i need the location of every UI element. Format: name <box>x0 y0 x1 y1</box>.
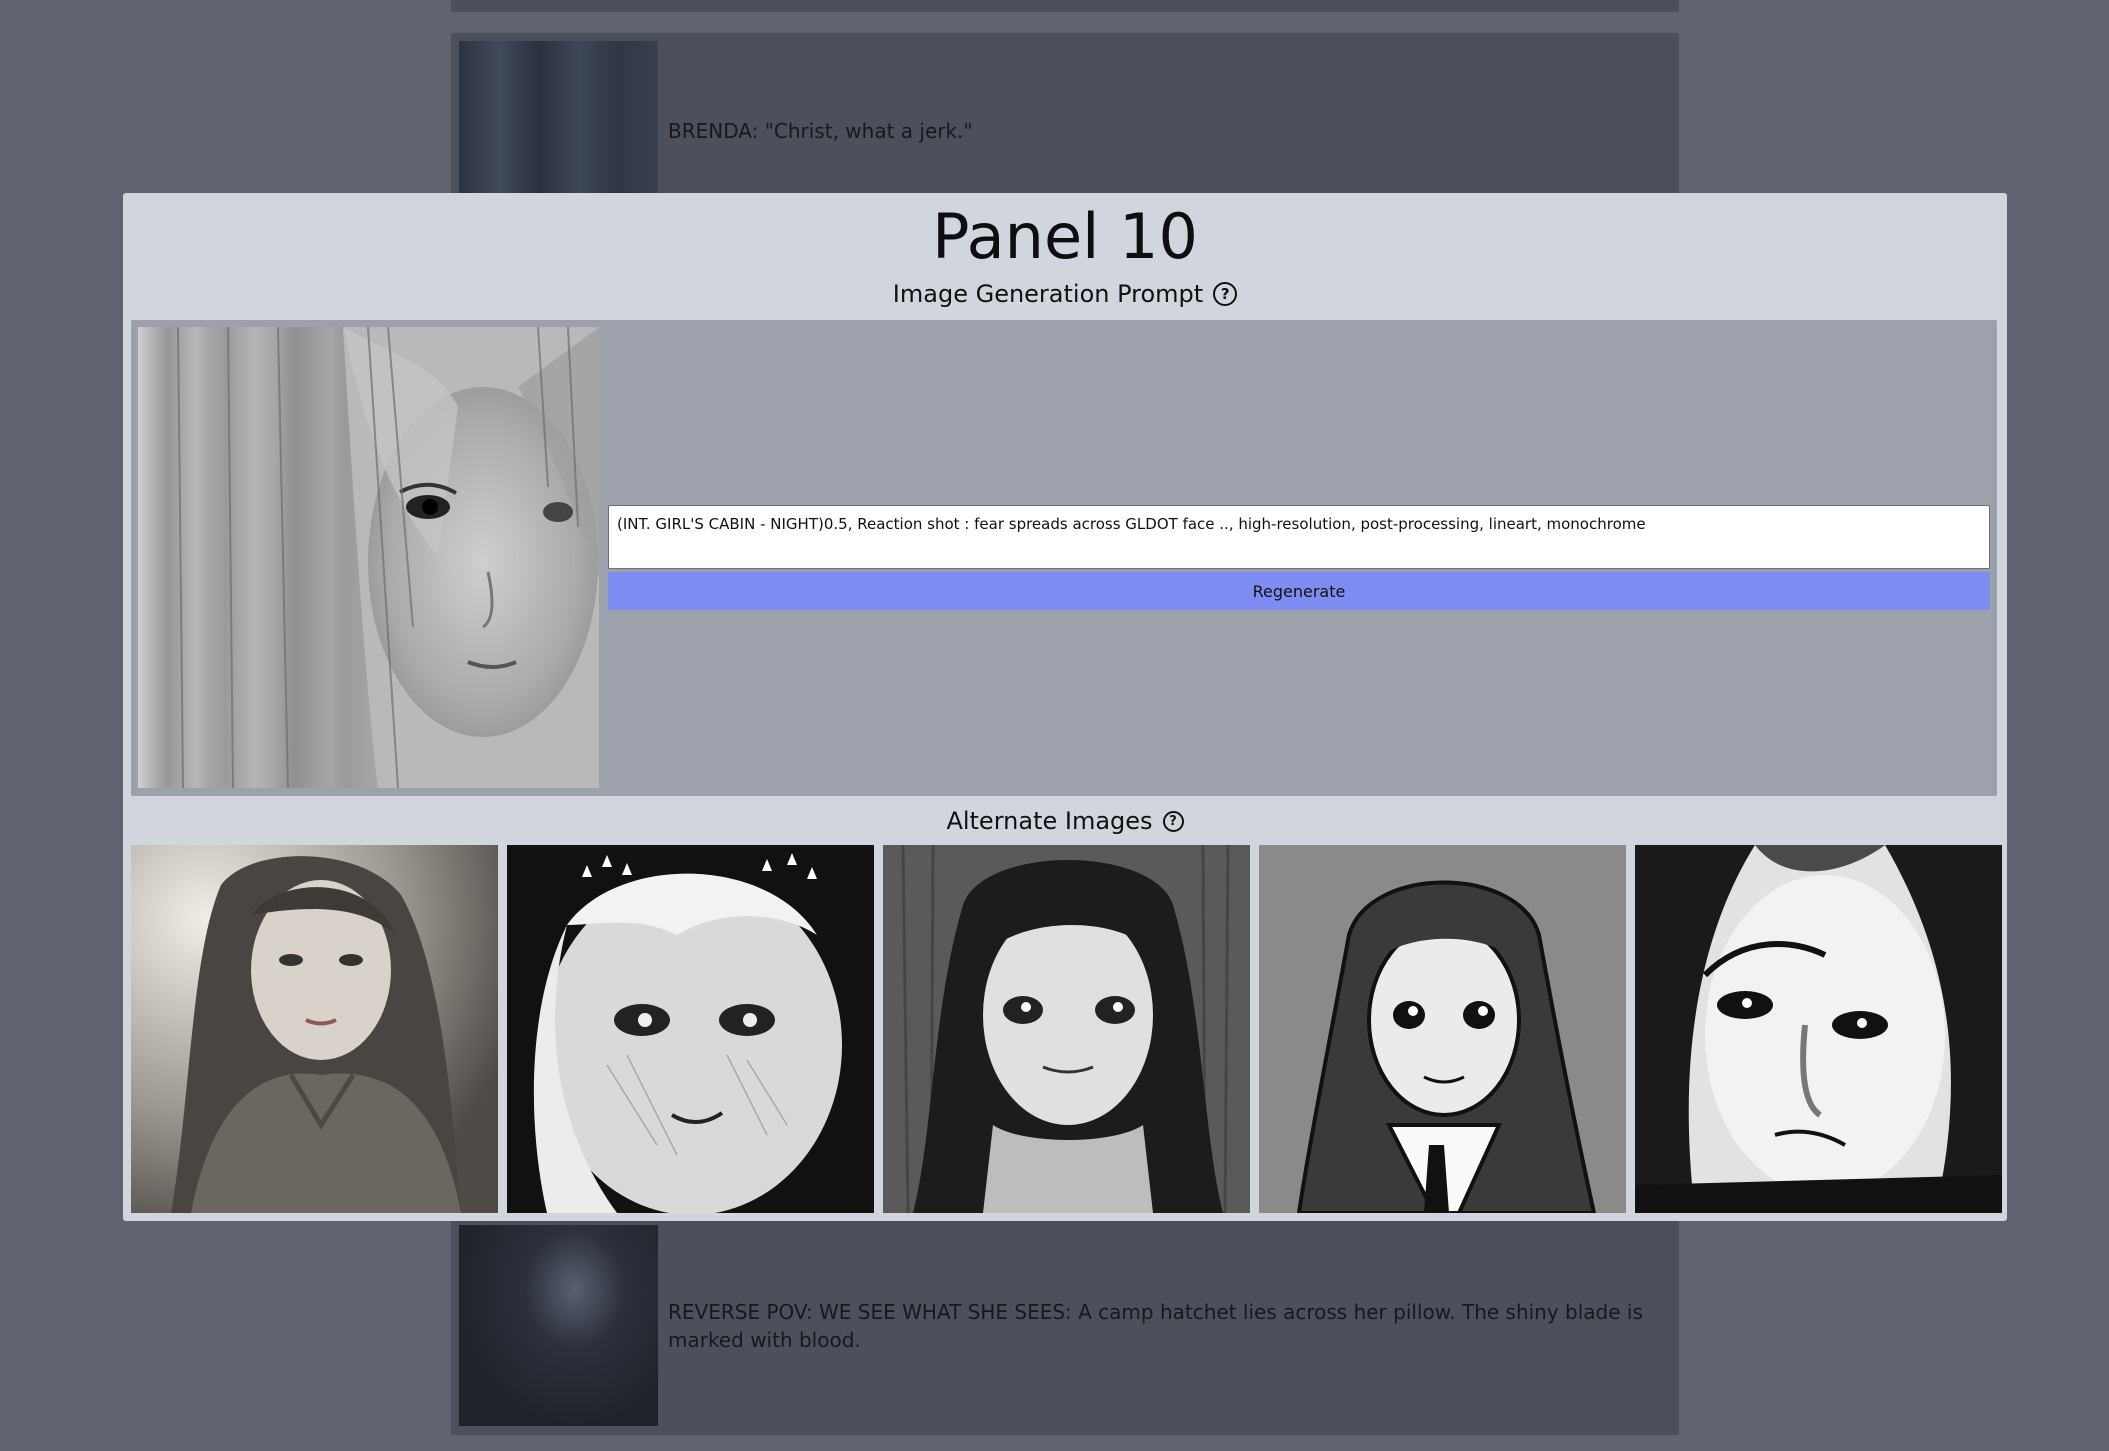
help-icon[interactable]: ? <box>1213 282 1238 306</box>
panel-card[interactable] <box>451 0 1679 12</box>
panel-caption: BRENDA: "Christ, what a jerk." <box>668 119 973 143</box>
alternates-heading: Alternate Images? <box>123 805 2007 836</box>
prompt-heading-label: Image Generation Prompt <box>892 280 1204 308</box>
panel-card[interactable]: REVERSE POV: WE SEE WHAT SHE SEES: A cam… <box>451 1213 1679 1435</box>
alternate-image-art <box>1635 845 2002 1213</box>
alternate-image[interactable] <box>1259 845 1626 1213</box>
prompt-input[interactable]: (INT. GIRL'S CABIN - NIGHT)0.5, Reaction… <box>608 505 1990 569</box>
prompt-panel: (INT. GIRL'S CABIN - NIGHT)0.5, Reaction… <box>131 320 1997 796</box>
panel-image[interactable] <box>138 327 599 788</box>
help-icon[interactable]: ? <box>1162 810 1184 832</box>
alternate-image-art <box>507 845 874 1213</box>
modal-title: Panel 10 <box>932 200 1198 273</box>
prompt-heading: Image Generation Prompt? <box>123 278 2007 309</box>
alternate-image-art <box>883 845 1250 1213</box>
alternate-image-art <box>1259 845 1626 1213</box>
regenerate-button[interactable]: Regenerate <box>608 572 1990 610</box>
panel-editor-modal: Panel 10 Image Generation Prompt? (INT. … <box>123 193 2007 1221</box>
alternates-heading-label: Alternate Images <box>946 807 1153 835</box>
panel-thumbnail <box>459 1225 658 1426</box>
alternate-image[interactable] <box>883 845 1250 1213</box>
alternate-image[interactable] <box>131 845 498 1213</box>
alternate-image-art <box>131 845 498 1213</box>
panel-image-art <box>138 327 599 788</box>
alternate-images <box>131 845 2002 1213</box>
alternate-image[interactable] <box>1635 845 2002 1213</box>
alternate-image[interactable] <box>507 845 874 1213</box>
panel-caption: REVERSE POV: WE SEE WHAT SHE SEES: A cam… <box>668 1300 1643 1352</box>
